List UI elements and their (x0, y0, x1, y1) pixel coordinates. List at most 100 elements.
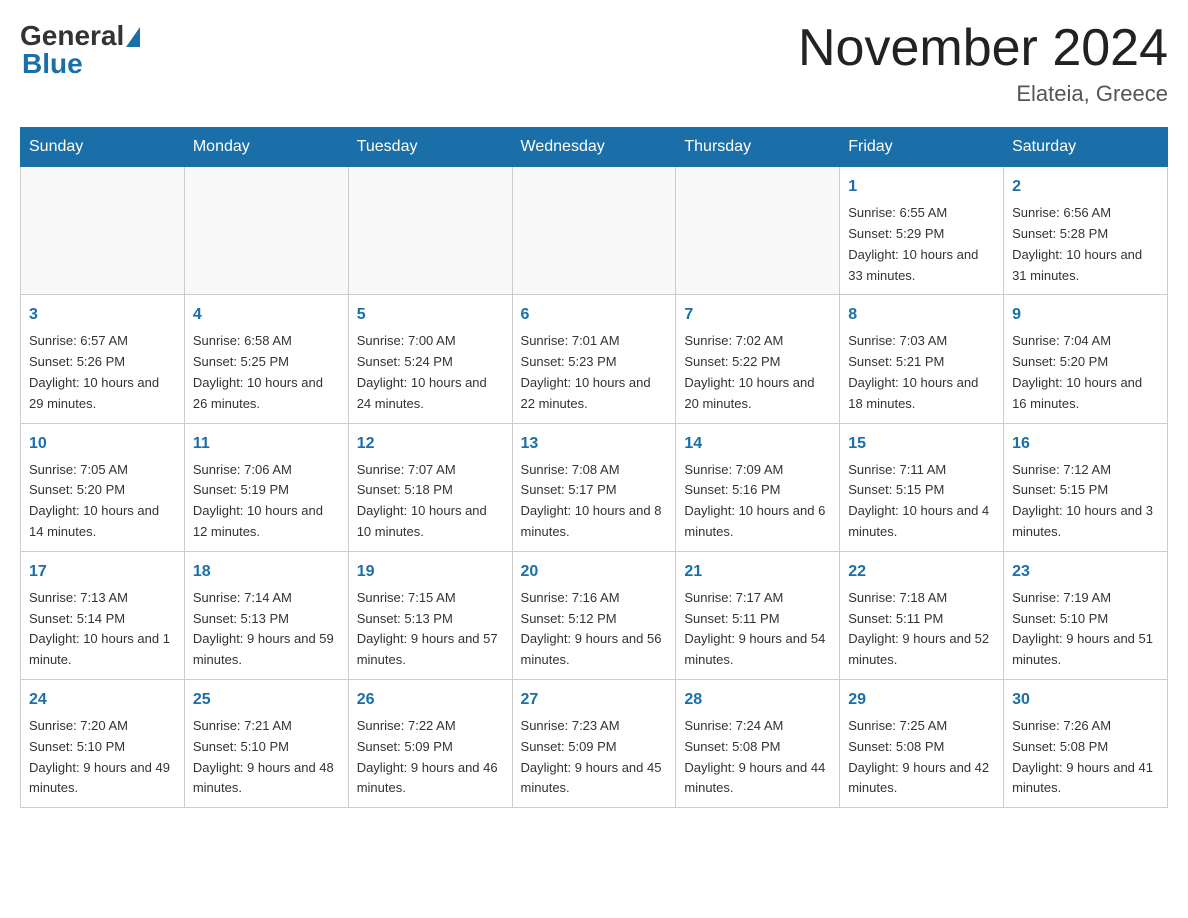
calendar-cell (512, 167, 676, 295)
day-number: 7 (684, 303, 831, 327)
cell-content: Sunrise: 7:16 AMSunset: 5:12 PMDaylight:… (521, 588, 668, 671)
day-number: 10 (29, 432, 176, 456)
title-block: November 2024 Elateia, Greece (798, 20, 1168, 107)
day-number: 3 (29, 303, 176, 327)
day-number: 16 (1012, 432, 1159, 456)
calendar-cell (21, 167, 185, 295)
calendar-cell: 27 Sunrise: 7:23 AMSunset: 5:09 PMDayligh… (512, 679, 676, 807)
cell-content: Sunrise: 7:07 AMSunset: 5:18 PMDaylight:… (357, 460, 504, 543)
cell-content: Sunrise: 7:02 AMSunset: 5:22 PMDaylight:… (684, 331, 831, 414)
day-number: 29 (848, 688, 995, 712)
day-number: 15 (848, 432, 995, 456)
weekday-header-tuesday: Tuesday (348, 128, 512, 167)
day-number: 17 (29, 560, 176, 584)
calendar-cell: 10 Sunrise: 7:05 AMSunset: 5:20 PMDayligh… (21, 423, 185, 551)
calendar-table: SundayMondayTuesdayWednesdayThursdayFrid… (20, 127, 1168, 808)
calendar-cell: 29 Sunrise: 7:25 AMSunset: 5:08 PMDayligh… (840, 679, 1004, 807)
cell-content: Sunrise: 7:01 AMSunset: 5:23 PMDaylight:… (521, 331, 668, 414)
day-number: 11 (193, 432, 340, 456)
day-number: 14 (684, 432, 831, 456)
calendar-cell: 26 Sunrise: 7:22 AMSunset: 5:09 PMDayligh… (348, 679, 512, 807)
day-number: 27 (521, 688, 668, 712)
day-number: 30 (1012, 688, 1159, 712)
calendar-cell: 28 Sunrise: 7:24 AMSunset: 5:08 PMDayligh… (676, 679, 840, 807)
day-number: 28 (684, 688, 831, 712)
day-number: 6 (521, 303, 668, 327)
cell-content: Sunrise: 7:03 AMSunset: 5:21 PMDaylight:… (848, 331, 995, 414)
calendar-cell: 5 Sunrise: 7:00 AMSunset: 5:24 PMDaylight… (348, 295, 512, 423)
week-row-5: 24Sunrise: 7:20 AMSunset: 5:10 PMDayligh… (21, 679, 1168, 807)
weekday-header-friday: Friday (840, 128, 1004, 167)
day-number: 5 (357, 303, 504, 327)
day-number: 2 (1012, 175, 1159, 199)
day-number: 23 (1012, 560, 1159, 584)
cell-content: Sunrise: 6:58 AMSunset: 5:25 PMDaylight:… (193, 331, 340, 414)
cell-content: Sunrise: 7:11 AMSunset: 5:15 PMDaylight:… (848, 460, 995, 543)
cell-content: Sunrise: 7:23 AMSunset: 5:09 PMDaylight:… (521, 716, 668, 799)
cell-content: Sunrise: 7:08 AMSunset: 5:17 PMDaylight:… (521, 460, 668, 543)
day-number: 21 (684, 560, 831, 584)
cell-content: Sunrise: 6:55 AMSunset: 5:29 PMDaylight:… (848, 203, 995, 286)
calendar-cell: 7 Sunrise: 7:02 AMSunset: 5:22 PMDaylight… (676, 295, 840, 423)
calendar-cell: 18 Sunrise: 7:14 AMSunset: 5:13 PMDayligh… (184, 551, 348, 679)
weekday-header-wednesday: Wednesday (512, 128, 676, 167)
cell-content: Sunrise: 7:20 AMSunset: 5:10 PMDaylight:… (29, 716, 176, 799)
calendar-cell: 13 Sunrise: 7:08 AMSunset: 5:17 PMDayligh… (512, 423, 676, 551)
calendar-cell (348, 167, 512, 295)
calendar-cell: 4Sunrise: 6:58 AMSunset: 5:25 PMDaylight… (184, 295, 348, 423)
calendar-cell: 24Sunrise: 7:20 AMSunset: 5:10 PMDayligh… (21, 679, 185, 807)
calendar-cell: 12 Sunrise: 7:07 AMSunset: 5:18 PMDayligh… (348, 423, 512, 551)
weekday-header-sunday: Sunday (21, 128, 185, 167)
cell-content: Sunrise: 7:14 AMSunset: 5:13 PMDaylight:… (193, 588, 340, 671)
week-row-1: 1Sunrise: 6:55 AMSunset: 5:29 PMDaylight… (21, 167, 1168, 295)
week-row-3: 10 Sunrise: 7:05 AMSunset: 5:20 PMDayligh… (21, 423, 1168, 551)
cell-content: Sunrise: 7:18 AMSunset: 5:11 PMDaylight:… (848, 588, 995, 671)
calendar-cell: 30Sunrise: 7:26 AMSunset: 5:08 PMDayligh… (1004, 679, 1168, 807)
calendar-cell: 6 Sunrise: 7:01 AMSunset: 5:23 PMDaylight… (512, 295, 676, 423)
weekday-header-thursday: Thursday (676, 128, 840, 167)
cell-content: Sunrise: 7:05 AMSunset: 5:20 PMDaylight:… (29, 460, 176, 543)
calendar-cell: 3 Sunrise: 6:57 AMSunset: 5:26 PMDaylight… (21, 295, 185, 423)
week-row-4: 17 Sunrise: 7:13 AMSunset: 5:14 PMDayligh… (21, 551, 1168, 679)
page-title: November 2024 (798, 20, 1168, 77)
calendar-cell: 21 Sunrise: 7:17 AMSunset: 5:11 PMDayligh… (676, 551, 840, 679)
cell-content: Sunrise: 6:57 AMSunset: 5:26 PMDaylight:… (29, 331, 176, 414)
calendar-cell: 9Sunrise: 7:04 AMSunset: 5:20 PMDaylight… (1004, 295, 1168, 423)
page-header: General Blue November 2024 Elateia, Gree… (20, 20, 1168, 107)
page-subtitle: Elateia, Greece (798, 81, 1168, 107)
cell-content: Sunrise: 6:56 AMSunset: 5:28 PMDaylight:… (1012, 203, 1159, 286)
logo: General Blue (20, 20, 140, 80)
day-number: 13 (521, 432, 668, 456)
cell-content: Sunrise: 7:04 AMSunset: 5:20 PMDaylight:… (1012, 331, 1159, 414)
logo-triangle-icon (126, 27, 140, 47)
day-number: 12 (357, 432, 504, 456)
cell-content: Sunrise: 7:00 AMSunset: 5:24 PMDaylight:… (357, 331, 504, 414)
cell-content: Sunrise: 7:13 AMSunset: 5:14 PMDaylight:… (29, 588, 176, 671)
cell-content: Sunrise: 7:24 AMSunset: 5:08 PMDaylight:… (684, 716, 831, 799)
week-row-2: 3 Sunrise: 6:57 AMSunset: 5:26 PMDaylight… (21, 295, 1168, 423)
calendar-cell: 1Sunrise: 6:55 AMSunset: 5:29 PMDaylight… (840, 167, 1004, 295)
calendar-cell: 22Sunrise: 7:18 AMSunset: 5:11 PMDayligh… (840, 551, 1004, 679)
weekday-header-saturday: Saturday (1004, 128, 1168, 167)
calendar-cell (184, 167, 348, 295)
cell-content: Sunrise: 7:12 AMSunset: 5:15 PMDaylight:… (1012, 460, 1159, 543)
calendar-cell: 16 Sunrise: 7:12 AMSunset: 5:15 PMDayligh… (1004, 423, 1168, 551)
calendar-cell: 19Sunrise: 7:15 AMSunset: 5:13 PMDayligh… (348, 551, 512, 679)
cell-content: Sunrise: 7:17 AMSunset: 5:11 PMDaylight:… (684, 588, 831, 671)
calendar-cell: 8Sunrise: 7:03 AMSunset: 5:21 PMDaylight… (840, 295, 1004, 423)
cell-content: Sunrise: 7:19 AMSunset: 5:10 PMDaylight:… (1012, 588, 1159, 671)
weekday-header-row: SundayMondayTuesdayWednesdayThursdayFrid… (21, 128, 1168, 167)
logo-blue: Blue (22, 48, 140, 80)
calendar-cell: 14 Sunrise: 7:09 AMSunset: 5:16 PMDayligh… (676, 423, 840, 551)
cell-content: Sunrise: 7:25 AMSunset: 5:08 PMDaylight:… (848, 716, 995, 799)
calendar-cell: 23 Sunrise: 7:19 AMSunset: 5:10 PMDayligh… (1004, 551, 1168, 679)
day-number: 26 (357, 688, 504, 712)
cell-content: Sunrise: 7:22 AMSunset: 5:09 PMDaylight:… (357, 716, 504, 799)
cell-content: Sunrise: 7:06 AMSunset: 5:19 PMDaylight:… (193, 460, 340, 543)
calendar-cell: 2 Sunrise: 6:56 AMSunset: 5:28 PMDaylight… (1004, 167, 1168, 295)
calendar-cell: 15 Sunrise: 7:11 AMSunset: 5:15 PMDayligh… (840, 423, 1004, 551)
day-number: 18 (193, 560, 340, 584)
weekday-header-monday: Monday (184, 128, 348, 167)
cell-content: Sunrise: 7:09 AMSunset: 5:16 PMDaylight:… (684, 460, 831, 543)
calendar-cell: 17 Sunrise: 7:13 AMSunset: 5:14 PMDayligh… (21, 551, 185, 679)
